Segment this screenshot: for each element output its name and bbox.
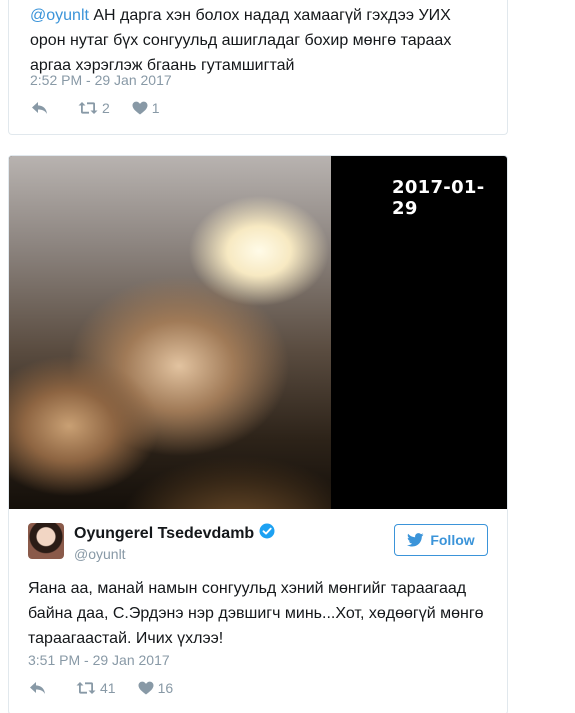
like-count: 16 bbox=[157, 680, 174, 696]
tweet-author: Oyungerel Tsedevdamb @oyunlt Follow bbox=[28, 523, 488, 565]
author-name-row[interactable]: Oyungerel Tsedevdamb bbox=[74, 523, 275, 544]
retweet-count: 2 bbox=[102, 100, 110, 116]
tweet-card-previous: @oyunlt АН дарга хэн болох надад хамаагү… bbox=[8, 0, 508, 135]
verified-badge-icon bbox=[259, 523, 275, 544]
tweet-body: АН дарга хэн болох надад хамаагүй гэхдээ… bbox=[30, 7, 452, 74]
reply-button[interactable] bbox=[31, 101, 48, 115]
retweet-count: 41 bbox=[100, 680, 116, 696]
follow-label: Follow bbox=[430, 532, 475, 548]
media-date-overlay: 2017-01-29 bbox=[392, 177, 485, 219]
retweet-button[interactable]: 2 bbox=[78, 100, 110, 116]
twitter-bird-icon bbox=[407, 533, 424, 547]
avatar[interactable] bbox=[28, 523, 64, 559]
tweet-text: @oyunlt АН дарга хэн болох надад хамаагү… bbox=[30, 3, 480, 78]
tweet-timestamp[interactable]: 3:51 PM - 29 Jan 2017 bbox=[28, 652, 170, 668]
mention-link[interactable]: @oyunlt bbox=[30, 7, 89, 24]
reply-icon bbox=[30, 682, 45, 694]
tweet-timestamp[interactable]: 2:52 PM - 29 Jan 2017 bbox=[30, 72, 172, 88]
heart-icon bbox=[138, 681, 154, 695]
reply-button[interactable] bbox=[29, 681, 46, 695]
retweet-icon bbox=[76, 682, 96, 694]
tweet-actions: 2 1 bbox=[31, 100, 182, 116]
media-photo bbox=[9, 156, 331, 509]
retweet-button[interactable]: 41 bbox=[76, 680, 116, 696]
tweet-text: Яана аа, манай намын сонгуульд хэний мөн… bbox=[28, 580, 484, 647]
like-button[interactable]: 16 bbox=[138, 680, 174, 696]
like-button[interactable]: 1 bbox=[132, 100, 160, 116]
tweet-media-video[interactable]: 2017-01-29 bbox=[9, 156, 507, 509]
reply-icon bbox=[32, 102, 47, 114]
like-count: 1 bbox=[151, 100, 160, 116]
author-handle[interactable]: @oyunlt bbox=[74, 546, 126, 562]
author-name: Oyungerel Tsedevdamb bbox=[74, 524, 255, 542]
heart-icon bbox=[132, 101, 148, 115]
retweet-icon bbox=[78, 102, 98, 114]
page: @oyunlt АН дарга хэн болох надад хамаагү… bbox=[0, 0, 575, 713]
tweet-card-main: 2017-01-29 Oyungerel Tsedevdamb @oyunlt … bbox=[8, 155, 508, 713]
follow-button[interactable]: Follow bbox=[394, 524, 488, 556]
tweet-actions: 41 16 bbox=[29, 680, 195, 696]
